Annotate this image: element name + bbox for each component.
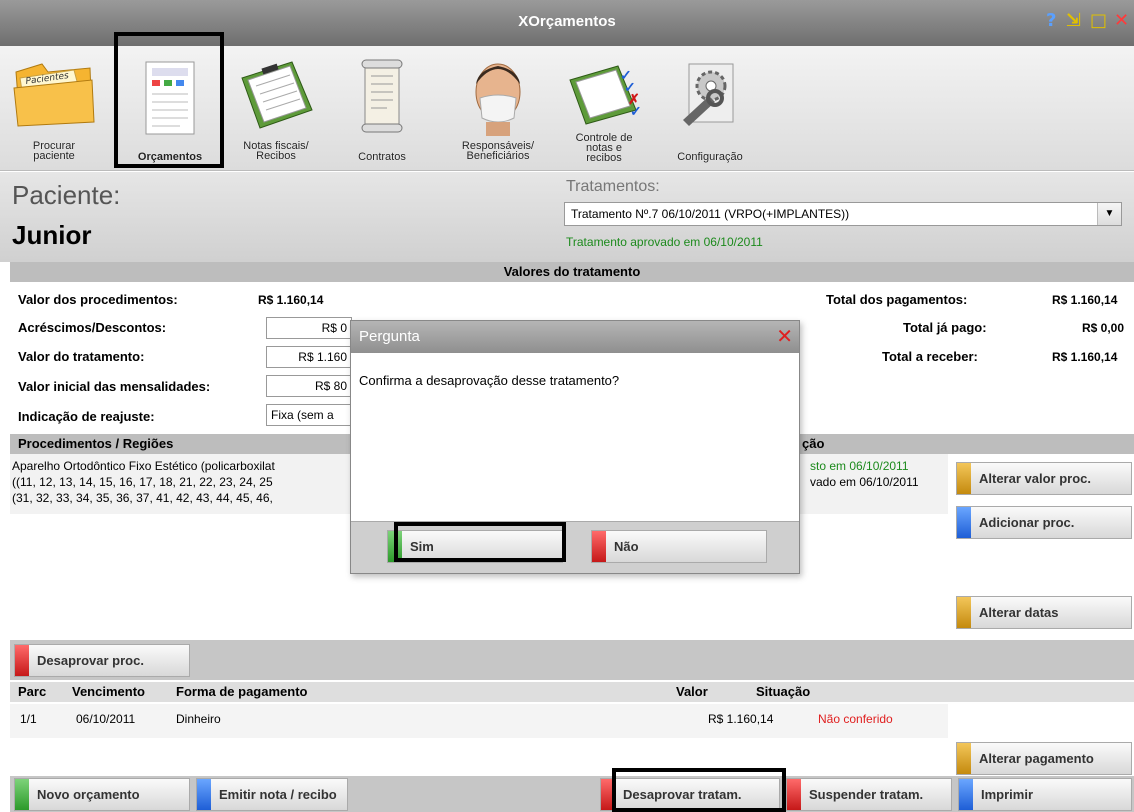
window-title: XOrçamentos (518, 13, 616, 30)
close-icon[interactable]: ✕ (1114, 10, 1129, 31)
change-payment-button[interactable]: Alterar pagamento (956, 742, 1132, 775)
change-value-button[interactable]: Alterar valor proc. (956, 462, 1132, 495)
values-section-header: Valores do tratamento (10, 262, 1134, 282)
adjust-field[interactable]: R$ 0 (266, 317, 352, 339)
disapprove-procedure-label: Desaprovar proc. (37, 653, 144, 668)
total-paid-value: R$ 0,00 (1082, 321, 1125, 335)
patient-folder-icon: Pacientes (13, 63, 95, 127)
add-procedure-button[interactable]: Adicionar proc. (956, 506, 1132, 539)
procedure-regions-2: (31, 32, 33, 34, 35, 36, 37, 41, 42, 43,… (12, 491, 273, 505)
invoice-clipboard-icon (241, 61, 313, 129)
emit-note-button[interactable]: Emitir nota / recibo (196, 778, 348, 811)
notes-control-button[interactable]: ✓ ✓ ✗ ✓ Controle de notas e recibos (560, 46, 648, 171)
suspend-treatment-button[interactable]: Suspender tratam. (786, 778, 952, 811)
col-value: Valor (676, 684, 708, 699)
minimize-icon[interactable]: ⇲ (1066, 10, 1081, 31)
row-status: Não conferido (818, 712, 893, 726)
total-receive-value: R$ 1.160,14 (1052, 350, 1118, 364)
row-form: Dinheiro (176, 712, 221, 726)
readjust-field[interactable]: Fixa (sem a (266, 404, 352, 426)
patient-name: Junior (12, 220, 92, 250)
change-dates-button[interactable]: Alterar datas (956, 596, 1132, 629)
print-button[interactable]: Imprimir (958, 778, 1132, 811)
procedure-approved-status: vado em 06/10/2011 (810, 475, 919, 489)
procedures-value-label: Valor dos procedimentos: (18, 292, 178, 307)
procedures-header-label: Procedimentos / Regiões (18, 436, 174, 451)
change-payment-label: Alterar pagamento (979, 751, 1094, 766)
invoices-button[interactable]: Notas fiscais/Recibos (230, 46, 322, 171)
patient-header: Paciente: Junior Tratamentos: Tratamento… (0, 172, 1134, 262)
gear-wrench-icon (683, 63, 734, 126)
settings-label: Configuração (677, 151, 743, 163)
maximize-icon[interactable]: □ (1090, 10, 1107, 31)
adjust-label: Acréscimos/Descontos: (18, 320, 167, 335)
checklist-icon: ✓ ✓ ✗ ✓ (569, 65, 642, 125)
contracts-button[interactable]: Contratos (340, 46, 424, 171)
print-label: Imprimir (981, 787, 1034, 802)
treatment-select[interactable]: Tratamento Nº.7 06/10/2011 (VRPO(+IMPLAN… (564, 202, 1122, 226)
treatment-value-field[interactable]: R$ 1.160 (266, 346, 352, 368)
patient-label: Paciente: (12, 180, 121, 210)
notes-control-label-3: recibos (586, 152, 622, 164)
total-payments-value: R$ 1.160,14 (1052, 293, 1118, 307)
new-budget-button[interactable]: Novo orçamento (14, 778, 190, 811)
settings-button[interactable]: Configuração (660, 46, 760, 171)
initial-installment-field[interactable]: R$ 80 (266, 375, 352, 397)
total-payments-label: Total dos pagamentos: (826, 292, 968, 307)
table-row[interactable]: 1/1 06/10/2011 Dinheiro R$ 1.160,14 Não … (10, 704, 948, 738)
help-icon[interactable]: ? (1046, 10, 1056, 31)
responsibles-label-2: Beneficiários (466, 150, 530, 162)
procedure-name: Aparelho Ortodôntico Fixo Estético (poli… (12, 459, 275, 473)
treatment-select-value: Tratamento Nº.7 06/10/2011 (VRPO(+IMPLAN… (571, 207, 850, 221)
payments-header: Parc Vencimento Forma de pagamento Valor… (10, 682, 1134, 702)
add-procedure-label: Adicionar proc. (979, 515, 1075, 530)
row-value: R$ 1.160,14 (708, 712, 774, 726)
new-budget-label: Novo orçamento (37, 787, 140, 802)
search-patient-label-2: paciente (33, 150, 75, 162)
contract-scroll-icon (361, 59, 403, 133)
situation-header-label: ção (802, 436, 825, 451)
toolbar: Pacientes Procurar paciente Orçamentos No… (0, 32, 1134, 171)
search-patient-button[interactable]: Pacientes Procurar paciente (8, 46, 100, 171)
dialog-close-icon[interactable]: ✕ (776, 324, 793, 348)
disapprove-procedure-button[interactable]: Desaprovar proc. (14, 644, 190, 677)
treatment-status: Tratamento aprovado em 06/10/2011 (566, 235, 763, 249)
row-parc: 1/1 (20, 712, 37, 726)
row-due: 06/10/2011 (76, 712, 136, 726)
disapprove-highlight (612, 768, 786, 812)
no-button[interactable]: Não (591, 530, 767, 563)
dentist-mask-icon (475, 63, 521, 136)
total-receive-label: Total a receber: (882, 349, 978, 364)
treatments-label: Tratamentos: (566, 178, 660, 195)
chevron-down-icon[interactable]: ▼ (1097, 203, 1121, 225)
procedure-proposed-status: sto em 06/10/2011 (810, 459, 909, 473)
selected-tool-highlight (114, 32, 224, 168)
initial-installment-label: Valor inicial das mensalidades: (18, 379, 211, 394)
procedure-regions-1: ((11, 12, 13, 14, 15, 16, 17, 18, 21, 22… (12, 475, 273, 489)
col-parc: Parc (18, 684, 47, 699)
suspend-treatment-label: Suspender tratam. (809, 787, 924, 802)
svg-text:✓: ✓ (630, 103, 642, 119)
readjust-label: Indicação de reajuste: (18, 409, 155, 424)
treatment-value-label: Valor do tratamento: (18, 349, 145, 364)
dialog-title: Pergunta (351, 321, 799, 353)
col-form: Forma de pagamento (176, 684, 308, 699)
dialog-message: Confirma a desaprovação desse tratamento… (359, 373, 620, 388)
change-value-label: Alterar valor proc. (979, 471, 1091, 486)
contracts-label: Contratos (358, 151, 406, 163)
no-label: Não (614, 539, 639, 554)
emit-note-label: Emitir nota / recibo (219, 787, 337, 802)
responsibles-button[interactable]: Responsáveis/Beneficiários (440, 46, 556, 171)
total-paid-label: Total já pago: (903, 320, 987, 335)
procedures-value: R$ 1.160,14 (258, 293, 324, 307)
yes-highlight (394, 522, 566, 562)
col-status: Situação (756, 684, 811, 699)
col-due: Vencimento (72, 684, 145, 699)
invoices-label-2: Recibos (256, 150, 296, 162)
change-dates-label: Alterar datas (979, 605, 1059, 620)
